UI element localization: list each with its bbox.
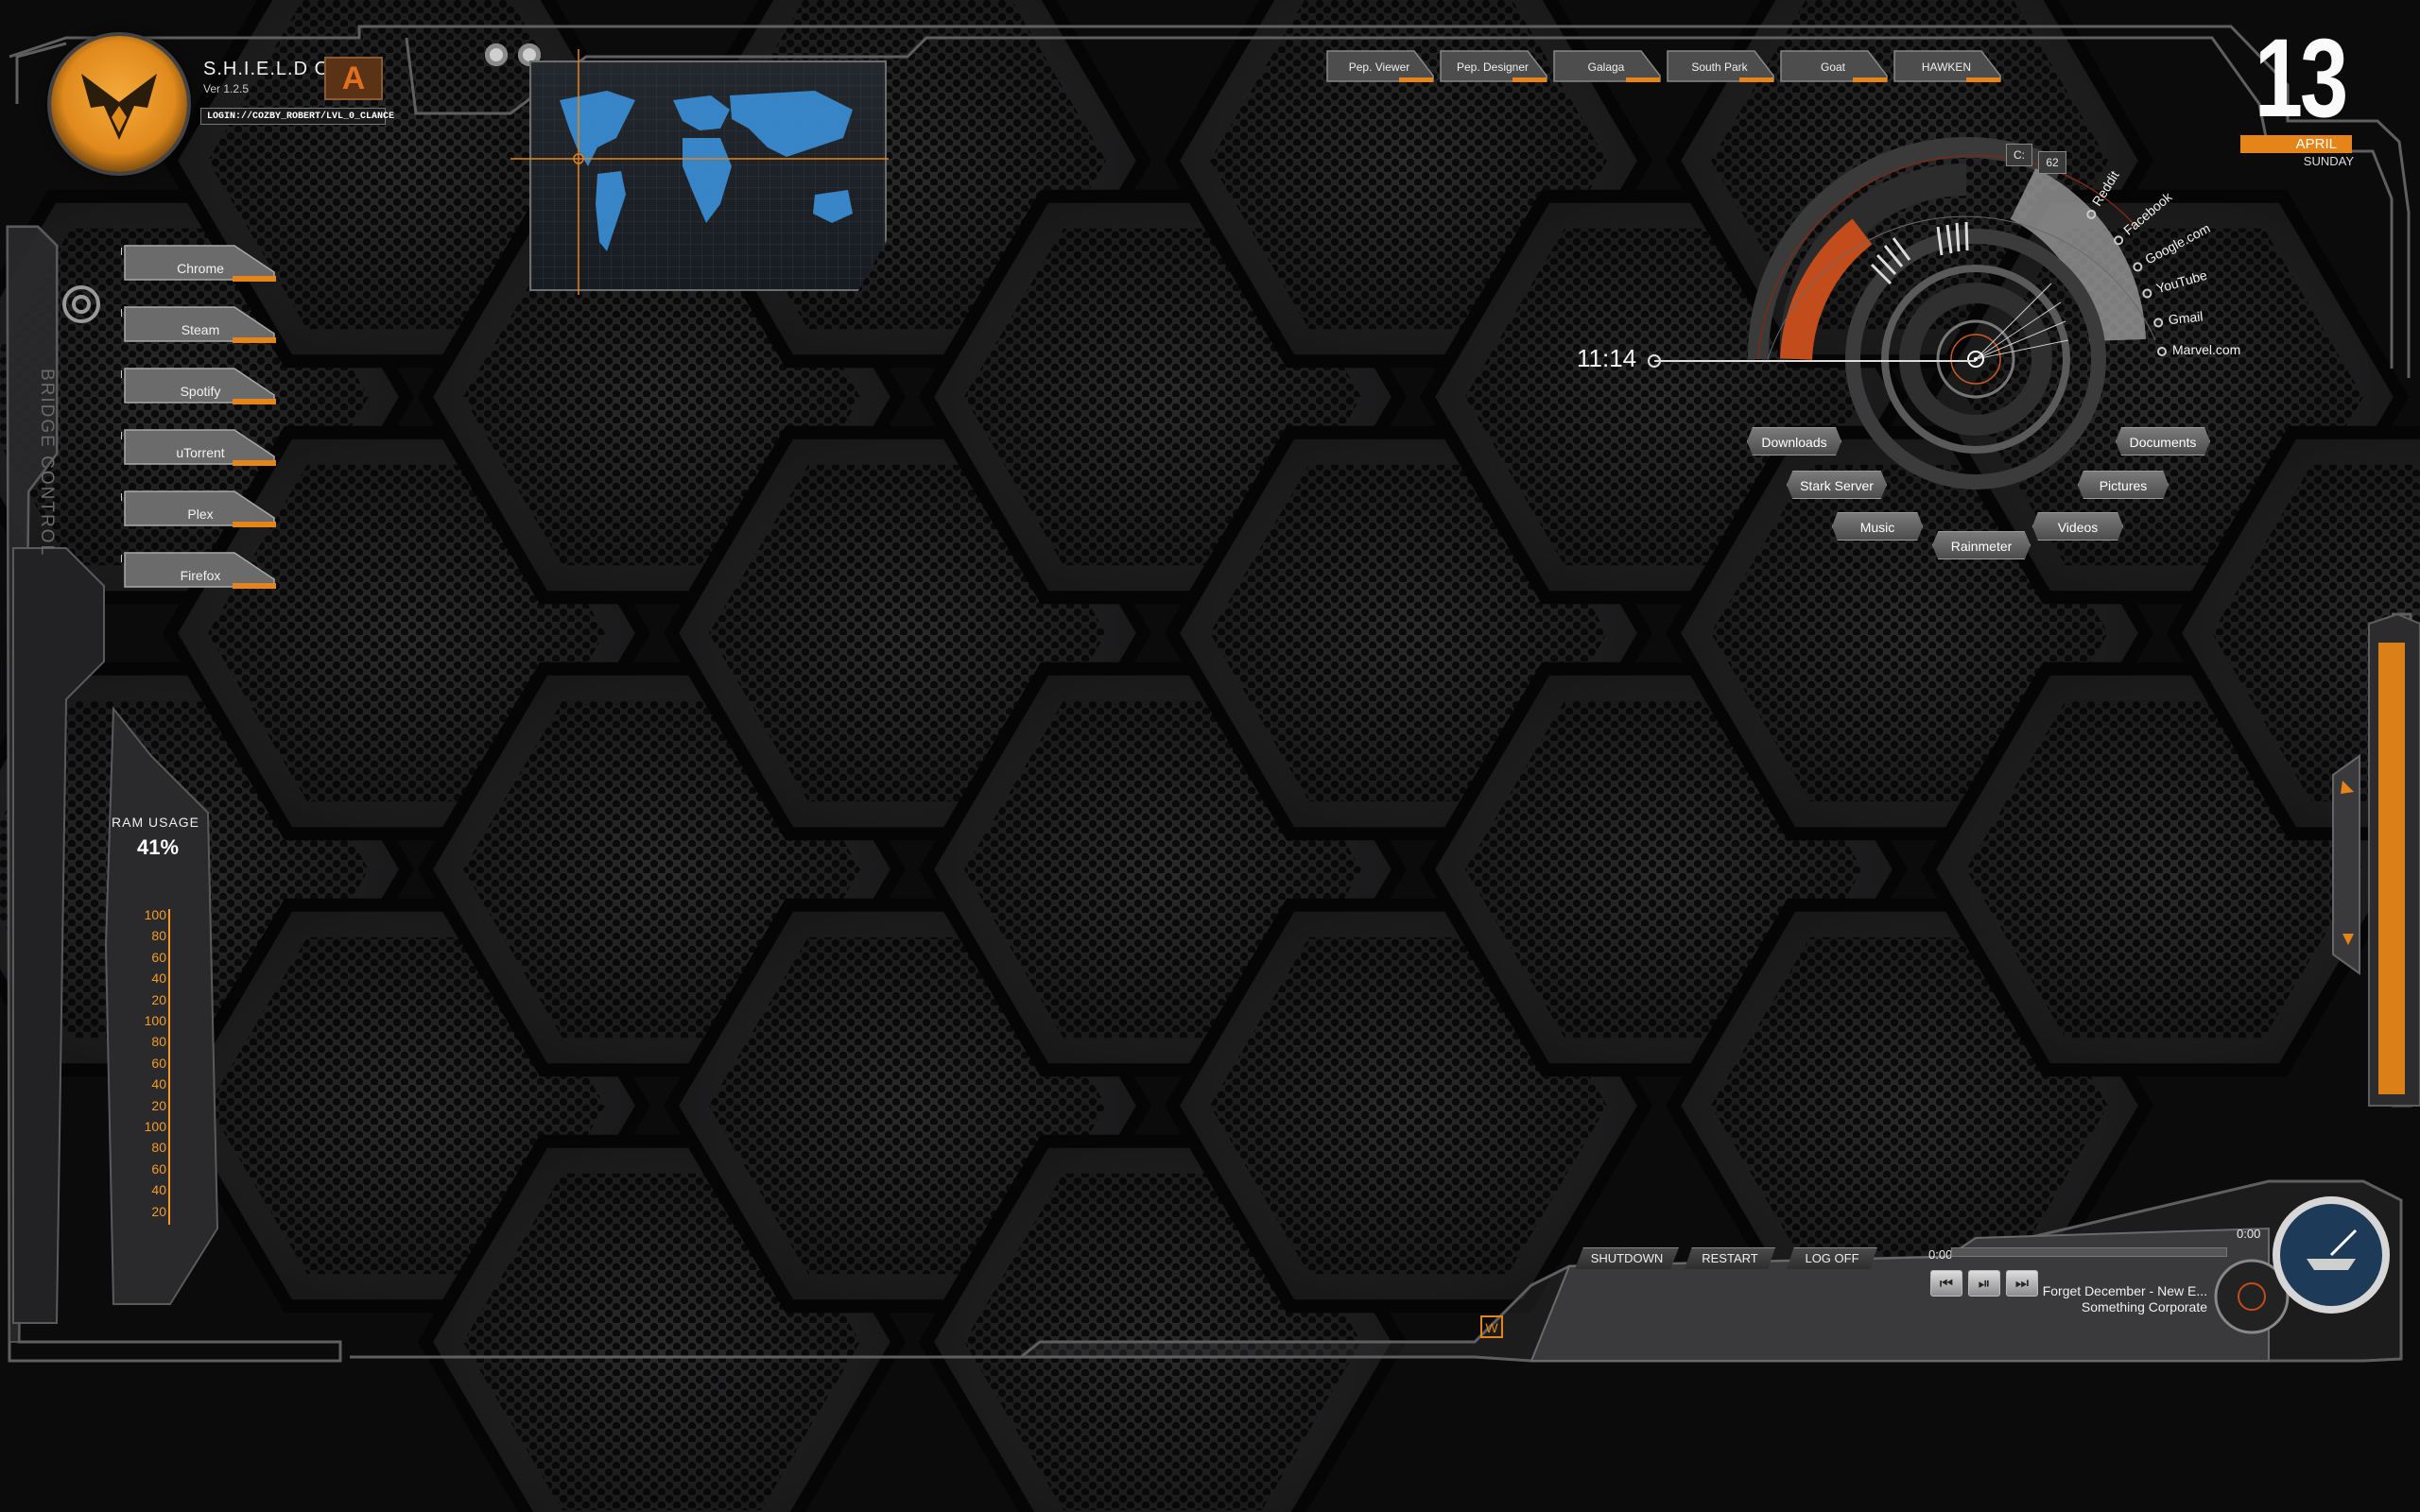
quick-link-label: Marvel.com [2172, 342, 2241, 357]
date-month: APRIL [2240, 135, 2352, 153]
clock-time: 11:14 [1577, 344, 1637, 372]
bridge-target-icon [62, 285, 100, 323]
top-tab-goat[interactable]: Goat [1777, 49, 1889, 83]
top-tab-galaga[interactable]: Galaga [1550, 49, 1662, 83]
top-tab-pep-designer[interactable]: Pep. Designer [1437, 49, 1548, 83]
folder-downloads[interactable]: Downloads [1747, 427, 1841, 455]
ram-scale-tick: 20 [151, 1203, 166, 1219]
ram-scale-tick: 40 [151, 971, 166, 987]
folder-videos[interactable]: Videos [2032, 512, 2123, 541]
ram-scale-tick: 40 [151, 1182, 166, 1198]
app-launcher-spotify[interactable]: Spotify [121, 365, 280, 406]
top-tab-label: Goat [1820, 60, 1845, 74]
ram-scale-tick: 20 [151, 991, 166, 1007]
next-track-button[interactable]: ⏭ [2006, 1270, 2038, 1297]
app-launcher-label: Spotify [180, 384, 221, 399]
map-crosshair [510, 49, 889, 295]
track-artist: Something Corporate [2081, 1299, 2207, 1314]
volume-gauge[interactable] [2269, 1193, 2394, 1317]
top-tab-label: South Park [1691, 60, 1748, 74]
app-launcher-label: Plex [187, 507, 214, 522]
app-launcher-label: uTorrent [176, 445, 225, 460]
top-tab-south-park[interactable]: South Park [1664, 49, 1775, 83]
media-elapsed: 0:00 [1928, 1247, 1953, 1262]
folder-rainmeter[interactable]: Rainmeter [1932, 531, 2031, 559]
restart-button[interactable]: RESTART [1685, 1247, 1775, 1269]
time-pointer [1648, 354, 1976, 368]
ram-scale-tick: 100 [144, 1013, 166, 1028]
ram-scale-tick: 100 [144, 1119, 166, 1134]
quick-link-marvel-com[interactable]: Marvel.com [2157, 342, 2240, 357]
app-launcher-label: Chrome [177, 261, 224, 276]
folder-music[interactable]: Music [1832, 512, 1923, 541]
link-dot-icon [2152, 317, 2164, 328]
top-tab-label: Pep. Designer [1456, 60, 1530, 74]
ram-scale-tick: 60 [151, 1160, 166, 1177]
top-tab-label: Pep. Viewer [1348, 60, 1410, 74]
media-total: 0:00 [2237, 1227, 2261, 1241]
login-path: LOGIN://COZBY_ROBERT/LVL_0_CLANCE [200, 108, 394, 125]
shield-eagle-icon [81, 74, 157, 140]
top-tab-label: Galaga [1587, 60, 1625, 74]
ram-scale-tick: 80 [151, 1034, 166, 1050]
drive-letter: C: [2006, 144, 2032, 166]
drive-usage: 62 [2038, 151, 2066, 174]
previous-track-button[interactable]: ⏮ [1930, 1270, 1962, 1297]
app-launcher-steam[interactable]: Steam [121, 303, 280, 345]
app-launcher-utorrent[interactable]: uTorrent [121, 426, 280, 468]
ram-scale-tick: 80 [151, 928, 166, 944]
ram-title: RAM USAGE [112, 815, 200, 830]
ram-scale-line [168, 909, 170, 1225]
shutdown-button[interactable]: SHUTDOWN [1575, 1247, 1679, 1269]
logoff-button[interactable]: LOG OFF [1787, 1247, 1877, 1269]
winamp-icon[interactable]: W [1480, 1315, 1503, 1338]
folder-stark-server[interactable]: Stark Server [1787, 471, 1887, 499]
folder-documents[interactable]: Documents [2116, 427, 2210, 455]
avengers-logo-icon[interactable]: A [324, 57, 383, 100]
shield-logo [51, 36, 187, 172]
app-launcher-firefox[interactable]: Firefox [121, 549, 280, 591]
app-launcher-label: Steam [181, 322, 220, 337]
play-pause-button[interactable]: ⏯ [1968, 1270, 2000, 1297]
os-title: S.H.I.E.L.D OS [203, 59, 344, 79]
app-launcher-chrome[interactable]: Chrome [121, 242, 280, 284]
record-icon[interactable] [485, 43, 508, 66]
ram-scale-tick: 60 [151, 949, 166, 965]
ram-value: 41% [137, 835, 180, 859]
link-dot-icon [2157, 347, 2167, 356]
app-launcher-plex[interactable]: Plex [121, 488, 280, 529]
top-tab-pep-viewer[interactable]: Pep. Viewer [1323, 49, 1435, 83]
folder-pictures[interactable]: Pictures [2078, 471, 2169, 499]
bridge-control-label: BRIDGE CONTROL [37, 369, 57, 558]
app-launcher-label: Firefox [180, 568, 221, 583]
ram-scale-tick: 60 [151, 1055, 166, 1071]
top-tab-label: HAWKEN [1921, 60, 1972, 74]
ram-scale-tick: 80 [151, 1140, 166, 1156]
date-weekday: SUNDAY [2303, 154, 2354, 168]
ram-scale-tick: 100 [144, 907, 166, 922]
ram-scale-tick: 20 [151, 1097, 166, 1113]
ram-scale-tick: 40 [151, 1076, 166, 1092]
link-dot-icon [2141, 287, 2153, 300]
top-tab-hawken[interactable]: HAWKEN [1891, 49, 2002, 83]
os-version: Ver 1.2.5 [203, 82, 250, 95]
media-progress-bar[interactable] [1951, 1247, 2227, 1257]
date-day: 13 [2254, 16, 2348, 141]
track-title: Forget December - New E... [2042, 1283, 2207, 1298]
